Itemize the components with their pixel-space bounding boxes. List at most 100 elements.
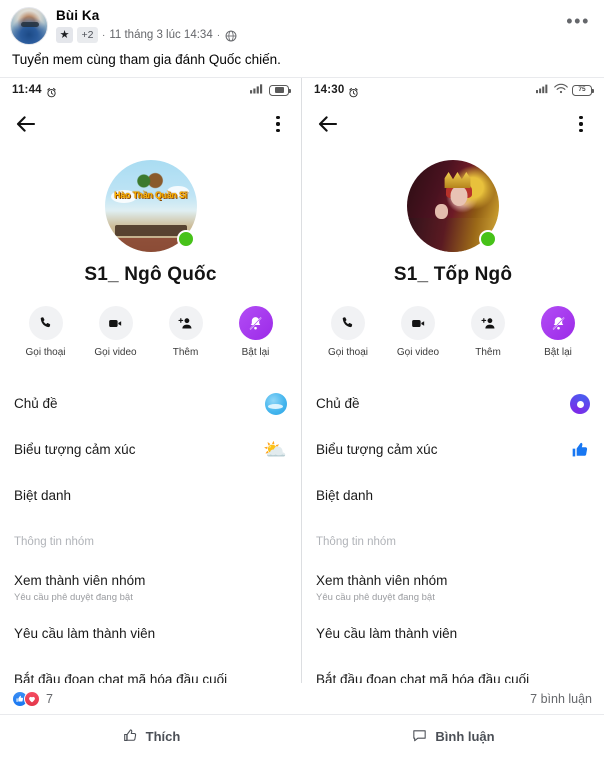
meta-separator-2: · [216, 29, 221, 41]
menu-item-subtitle: Yêu cầu phê duyệt đang bật [316, 592, 435, 603]
post-submeta: ★ +2 · 11 tháng 3 lúc 14:34 · [56, 27, 566, 43]
post-action-bar: Thích Bình luận [0, 714, 604, 758]
section-header-label: Thông tin nhóm [14, 536, 94, 548]
menu-item-nickname[interactable]: Biệt danh [316, 473, 590, 519]
menu-item-subtitle: Yêu cầu phê duyệt đang bật [14, 592, 133, 603]
battery-icon [269, 84, 291, 96]
phone-icon [331, 306, 365, 340]
menu-item-label: Biệt danh [316, 488, 374, 503]
menu-item-theme[interactable]: Chủ đề [14, 381, 287, 427]
video-camera-icon [401, 306, 435, 340]
nav-bar-left [0, 102, 301, 146]
bell-off-icon [238, 306, 273, 340]
voice-call-button[interactable]: Gọi thoại [325, 306, 371, 359]
reaction-count[interactable]: 7 [46, 692, 53, 706]
menu-item-emoji[interactable]: Biểu tượng cảm xúc [316, 427, 590, 473]
comment-count[interactable]: 7 bình luận [530, 692, 592, 706]
menu-item-label: Biểu tượng cảm xúc [316, 442, 438, 457]
menu-item-value[interactable] [570, 440, 590, 460]
voice-call-label: Gọi thoại [327, 347, 369, 358]
video-call-button[interactable]: Gọi video [395, 306, 441, 359]
menu-item-value[interactable]: ⛅ [263, 441, 287, 460]
add-member-label: Thêm [172, 347, 199, 358]
post-meta: Bùi Ka ★ +2 · 11 tháng 3 lúc 14:34 · [56, 6, 566, 43]
battery-percent-label: 75 [578, 85, 586, 93]
battery-icon: 75 [572, 84, 594, 96]
section-header-group-info: Thông tin nhóm [316, 519, 590, 565]
section-header-label: Thông tin nhóm [316, 536, 396, 548]
avatar-banner-title: Hào Thần Quần Sĩ [114, 190, 187, 200]
video-call-button[interactable]: Gọi video [93, 306, 139, 359]
profile-section-left: Hào Thần Quần Sĩ S1_ Ngô Quốc [0, 146, 301, 286]
menu-item-membership-request[interactable]: Yêu cầu làm thành viên [14, 611, 287, 657]
menu-item-emoji[interactable]: Biểu tượng cảm xúc ⛅ [14, 427, 287, 473]
menu-item-label: Xem thành viên nhóm [14, 573, 146, 588]
menu-item-label: Chủ đề [316, 396, 360, 411]
menu-item-label: Biệt danh [14, 488, 72, 503]
menu-item-view-members[interactable]: Xem thành viên nhóm Yêu cầu phê duyệt đa… [316, 565, 590, 611]
menu-item-encrypted-chat[interactable]: Bắt đầu đoạn chat mã hóa đầu cuối [316, 657, 590, 683]
like-button-label: Thích [145, 729, 181, 744]
star-badge-icon: ★ [56, 27, 73, 43]
author-name[interactable]: Bùi Ka [56, 7, 566, 24]
add-member-button[interactable]: Thêm [465, 306, 511, 359]
menu-item-label: Biểu tượng cảm xúc [14, 442, 136, 457]
status-icons-left [250, 81, 291, 99]
menu-item-label: Bắt đầu đoạn chat mã hóa đầu cuối [14, 672, 228, 683]
profile-avatar-left[interactable]: Hào Thần Quần Sĩ [104, 160, 197, 252]
menu-item-nickname[interactable]: Biệt danh [14, 473, 287, 519]
menu-item-label: Xem thành viên nhóm [316, 573, 448, 588]
menu-item-membership-request[interactable]: Yêu cầu làm thành viên [316, 611, 590, 657]
post-timestamp[interactable]: 11 tháng 3 lúc 14:34 [109, 28, 212, 42]
bell-off-icon [541, 306, 575, 340]
comment-button[interactable]: Bình luận [302, 715, 604, 758]
menu-item-value[interactable] [265, 393, 287, 415]
screenshot-left[interactable]: 11:44 Hào Thần Quần Sĩ S1_ Ngô Quốc Gọi … [0, 78, 302, 683]
add-member-button[interactable]: Thêm [163, 306, 209, 359]
nav-bar-right [302, 102, 604, 146]
attached-screenshots: 11:44 Hào Thần Quần Sĩ S1_ Ngô Quốc Gọi … [0, 77, 604, 683]
section-header-group-info: Thông tin nhóm [14, 519, 287, 565]
phone-icon [28, 306, 63, 340]
menu-item-view-members[interactable]: Xem thành viên nhóm Yêu cầu phê duyệt đa… [14, 565, 287, 611]
sun-behind-cloud-icon: ⛅ [263, 439, 287, 461]
reaction-icons[interactable] [12, 690, 40, 707]
kebab-menu-icon[interactable] [269, 114, 287, 134]
unmute-label: Bật lại [544, 347, 572, 358]
menu-item-value[interactable] [570, 394, 590, 414]
add-person-icon [471, 306, 505, 340]
kebab-menu-icon[interactable] [572, 114, 590, 134]
unmute-button[interactable]: Bật lại [233, 306, 279, 359]
comment-bubble-icon [411, 727, 428, 747]
battery-level [274, 87, 284, 93]
video-camera-icon [98, 306, 133, 340]
back-arrow-icon[interactable] [14, 112, 38, 136]
thumbs-up-outline-icon [122, 727, 139, 747]
status-bar-left: 11:44 [0, 78, 301, 102]
reaction-bar: 7 7 bình luận [0, 682, 604, 714]
profile-name-left: S1_ Ngô Quốc [84, 264, 217, 285]
screenshot-right[interactable]: 14:30 75 S1_ Tốp Ngô Gọi thoại Gọi video… [302, 78, 604, 683]
menu-item-theme[interactable]: Chủ đề [316, 381, 590, 427]
menu-item-label: Bắt đầu đoạn chat mã hóa đầu cuối [316, 672, 530, 683]
unmute-label: Bật lại [241, 347, 270, 358]
post-body-text: Tuyển mem cùng tham gia đánh Quốc chiến. [12, 52, 281, 67]
back-arrow-icon[interactable] [316, 112, 340, 136]
settings-menu-left: Chủ đề Biểu tượng cảm xúc ⛅ Biệt danh Th… [0, 381, 301, 683]
profile-avatar-right[interactable] [407, 160, 499, 252]
unmute-button[interactable]: Bật lại [535, 306, 581, 359]
online-status-dot [479, 230, 497, 248]
post-more-options-button[interactable]: ••• [566, 6, 594, 30]
menu-item-encrypted-chat[interactable]: Bắt đầu đoạn chat mã hóa đầu cuối [14, 657, 287, 683]
author-avatar[interactable] [10, 7, 48, 45]
menu-item-label: Yêu cầu làm thành viên [316, 626, 458, 641]
gradient-ring-theme-swatch-icon [570, 394, 590, 414]
sky-theme-swatch-icon [265, 393, 287, 415]
like-button[interactable]: Thích [0, 715, 302, 758]
profile-name-right: S1_ Tốp Ngô [393, 264, 513, 285]
love-icon [24, 690, 40, 707]
comment-button-label: Bình luận [435, 729, 495, 744]
action-buttons-right: Gọi thoại Gọi video Thêm Bật lại [302, 306, 604, 359]
add-person-icon [168, 306, 203, 340]
voice-call-button[interactable]: Gọi thoại [23, 306, 69, 359]
